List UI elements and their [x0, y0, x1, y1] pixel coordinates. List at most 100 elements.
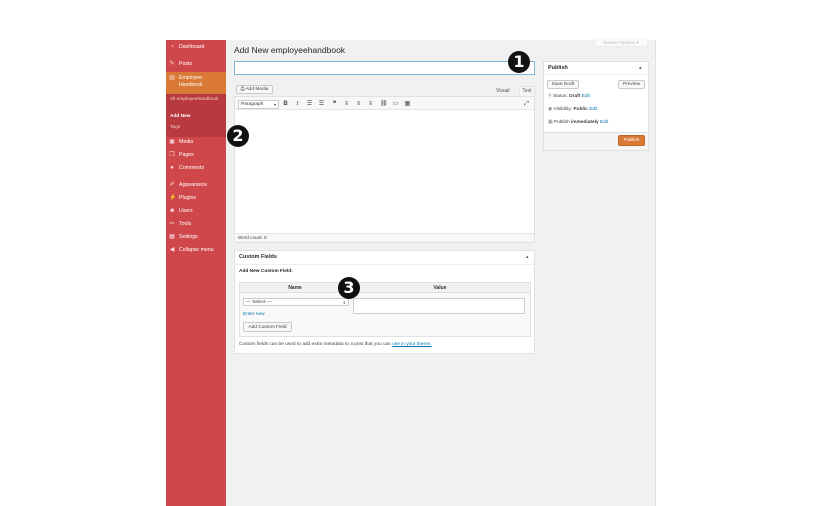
collapse-menu-button[interactable]: ◀ Collapse menu — [166, 247, 226, 255]
custom-fields-help-text: Custom fields can be used to add extra m… — [239, 342, 391, 347]
bold-icon[interactable]: B — [282, 101, 289, 108]
select-arrows-icon: ⇕ — [342, 300, 346, 305]
calendar-icon: ▦ — [548, 120, 553, 125]
enter-new-link[interactable]: Enter new — [243, 312, 265, 318]
format-select-value: Paragraph — [241, 102, 264, 107]
callout-marker-1: 1 — [508, 51, 530, 73]
sidebar-item-users[interactable]: ☻ Users — [166, 208, 226, 216]
blockquote-icon[interactable]: ❝ — [331, 101, 338, 108]
custom-fields-help: Custom fields can be used to add extra m… — [239, 342, 432, 348]
publish-divider — [544, 74, 648, 75]
sidebar-item-media[interactable]: ▣ Media — [166, 139, 226, 147]
preview-button[interactable]: Preview — [618, 80, 645, 89]
settings-icon: ▦ — [169, 234, 175, 240]
visibility-row: ◉ Visibility: Public Edit — [548, 107, 597, 113]
sidebar-item-employee-handbook[interactable]: ▤ Employee Handbook — [166, 72, 226, 94]
link-icon[interactable]: ⛓ — [380, 101, 388, 108]
comment-icon: ● — [170, 165, 174, 171]
sidebar-item-label: Employee Handbook — [179, 75, 203, 88]
align-center-icon[interactable]: ≡ — [355, 101, 362, 108]
custom-fields-heading: Custom Fields — [239, 254, 277, 260]
sidebar-item-tools[interactable]: ✂ Tools — [166, 221, 226, 229]
custom-field-name-select[interactable]: — Select — ⇕ — [243, 298, 349, 306]
numbered-list-icon[interactable]: ☰ — [318, 101, 325, 108]
publish-button[interactable]: Publish — [618, 135, 645, 146]
toolbar-toggle-icon[interactable]: ▦ — [404, 101, 411, 108]
sidebar-item-comments[interactable]: ● Comments — [166, 165, 226, 173]
sidebar-item-label: Media — [179, 139, 194, 145]
post-title-input[interactable] — [234, 61, 535, 75]
collapse-arrow-icon[interactable]: ▴ — [639, 65, 642, 71]
select-value: — Select — — [246, 300, 272, 305]
sidebar-item-label: Tools — [179, 221, 192, 227]
publish-time-edit-link[interactable]: Edit — [600, 120, 608, 125]
tab-text[interactable]: Text — [519, 86, 535, 96]
fullscreen-icon[interactable]: ⤢ — [523, 101, 530, 108]
sidebar-item-plugins[interactable]: ⚡ Plugins — [166, 195, 226, 203]
media-icon: ▣ — [169, 139, 175, 145]
add-media-label: Add Media — [245, 87, 269, 92]
collapse-arrow-icon[interactable]: ▴ — [526, 254, 529, 260]
sidebar-item-pages[interactable]: ❐ Pages — [166, 152, 226, 160]
submenu-item-add-new[interactable]: Add New — [170, 114, 191, 120]
pages-icon: ❐ — [169, 152, 175, 158]
status-edit-link[interactable]: Edit — [582, 94, 590, 99]
editor-statusbar — [235, 233, 534, 242]
sidebar-item-settings[interactable]: ▦ Settings — [166, 234, 226, 242]
visibility-edit-link[interactable]: Edit — [589, 107, 597, 112]
status-value: Draft — [569, 94, 581, 99]
plugin-icon: ⚡ — [169, 195, 177, 201]
column-name-header: Name — [288, 285, 302, 291]
word-count: Word count: 0 — [238, 235, 267, 240]
visibility-label: Visibility: — [553, 107, 573, 112]
key-icon: ⚲ — [548, 94, 552, 99]
sidebar-item-dashboard[interactable]: ◔ Dashboard — [166, 44, 226, 52]
use-in-theme-link[interactable]: use in your theme. — [392, 342, 431, 347]
submenu-item-all[interactable]: All employeehandbook — [170, 97, 224, 103]
publish-time-label: Publish — [553, 120, 570, 125]
sidebar-item-posts[interactable]: ✎ Posts — [166, 61, 226, 69]
status-row: ⚲ Status: Draft Edit — [548, 94, 590, 100]
publish-heading: Publish — [548, 65, 568, 71]
screen-options-button[interactable]: Screen Options ▾ — [594, 38, 648, 47]
submenu-item-tags[interactable]: Tags — [170, 125, 180, 131]
chevron-down-icon: ▾ — [273, 102, 276, 107]
custom-fields-divider — [235, 264, 534, 265]
editor-content-area[interactable] — [235, 111, 534, 233]
admin-sidebar: ◔ Dashboard ✎ Posts ▤ Employee Handbook … — [166, 40, 226, 506]
collapse-icon: ◀ — [169, 247, 175, 253]
publish-time-row: ▦ Publish immediately Edit — [548, 120, 608, 126]
format-select[interactable]: Paragraph ▾ — [238, 100, 279, 109]
page-title: Add New employeehandbook — [234, 45, 346, 55]
wrench-icon: ✂ — [169, 221, 175, 227]
more-tag-icon[interactable]: ▭ — [392, 101, 399, 108]
align-left-icon[interactable]: ≡ — [343, 101, 350, 108]
save-draft-button[interactable]: Save Draft — [547, 80, 579, 89]
sidebar-item-label: Plugins — [179, 195, 197, 201]
add-media-button[interactable]: ⎙ Add Media — [236, 85, 273, 94]
callout-marker-3: 3 — [338, 277, 360, 299]
publish-time-value: immediately — [570, 120, 599, 125]
column-value-header: Value — [433, 285, 447, 291]
callout-marker-2: 2 — [227, 125, 249, 147]
screen-options-label: Screen Options — [603, 40, 636, 45]
brush-icon: ✐ — [169, 182, 175, 188]
sidebar-item-label: Appearance — [179, 182, 207, 188]
custom-field-value-textarea[interactable] — [353, 298, 525, 314]
bullet-list-icon[interactable]: ☰ — [306, 101, 313, 108]
italic-icon[interactable]: I — [294, 101, 301, 108]
sidebar-item-label: Posts — [179, 61, 192, 67]
align-right-icon[interactable]: ≡ — [367, 101, 374, 108]
pin-icon: ✎ — [169, 61, 175, 67]
dashboard-icon: ◔ — [170, 44, 174, 50]
visibility-value: Public — [573, 107, 588, 112]
media-icon: ⎙ — [240, 87, 245, 92]
tab-visual[interactable]: Visual — [496, 88, 510, 94]
eye-icon: ◉ — [548, 107, 553, 112]
status-label: Status: — [552, 94, 568, 99]
sidebar-item-appearance[interactable]: ✐ Appearance — [166, 182, 226, 190]
sidebar-item-label: Collapse menu — [179, 247, 214, 253]
book-icon: ▤ — [169, 75, 175, 81]
sidebar-item-label: Comments — [179, 165, 205, 171]
add-custom-field-button[interactable]: Add Custom Field — [243, 322, 292, 332]
